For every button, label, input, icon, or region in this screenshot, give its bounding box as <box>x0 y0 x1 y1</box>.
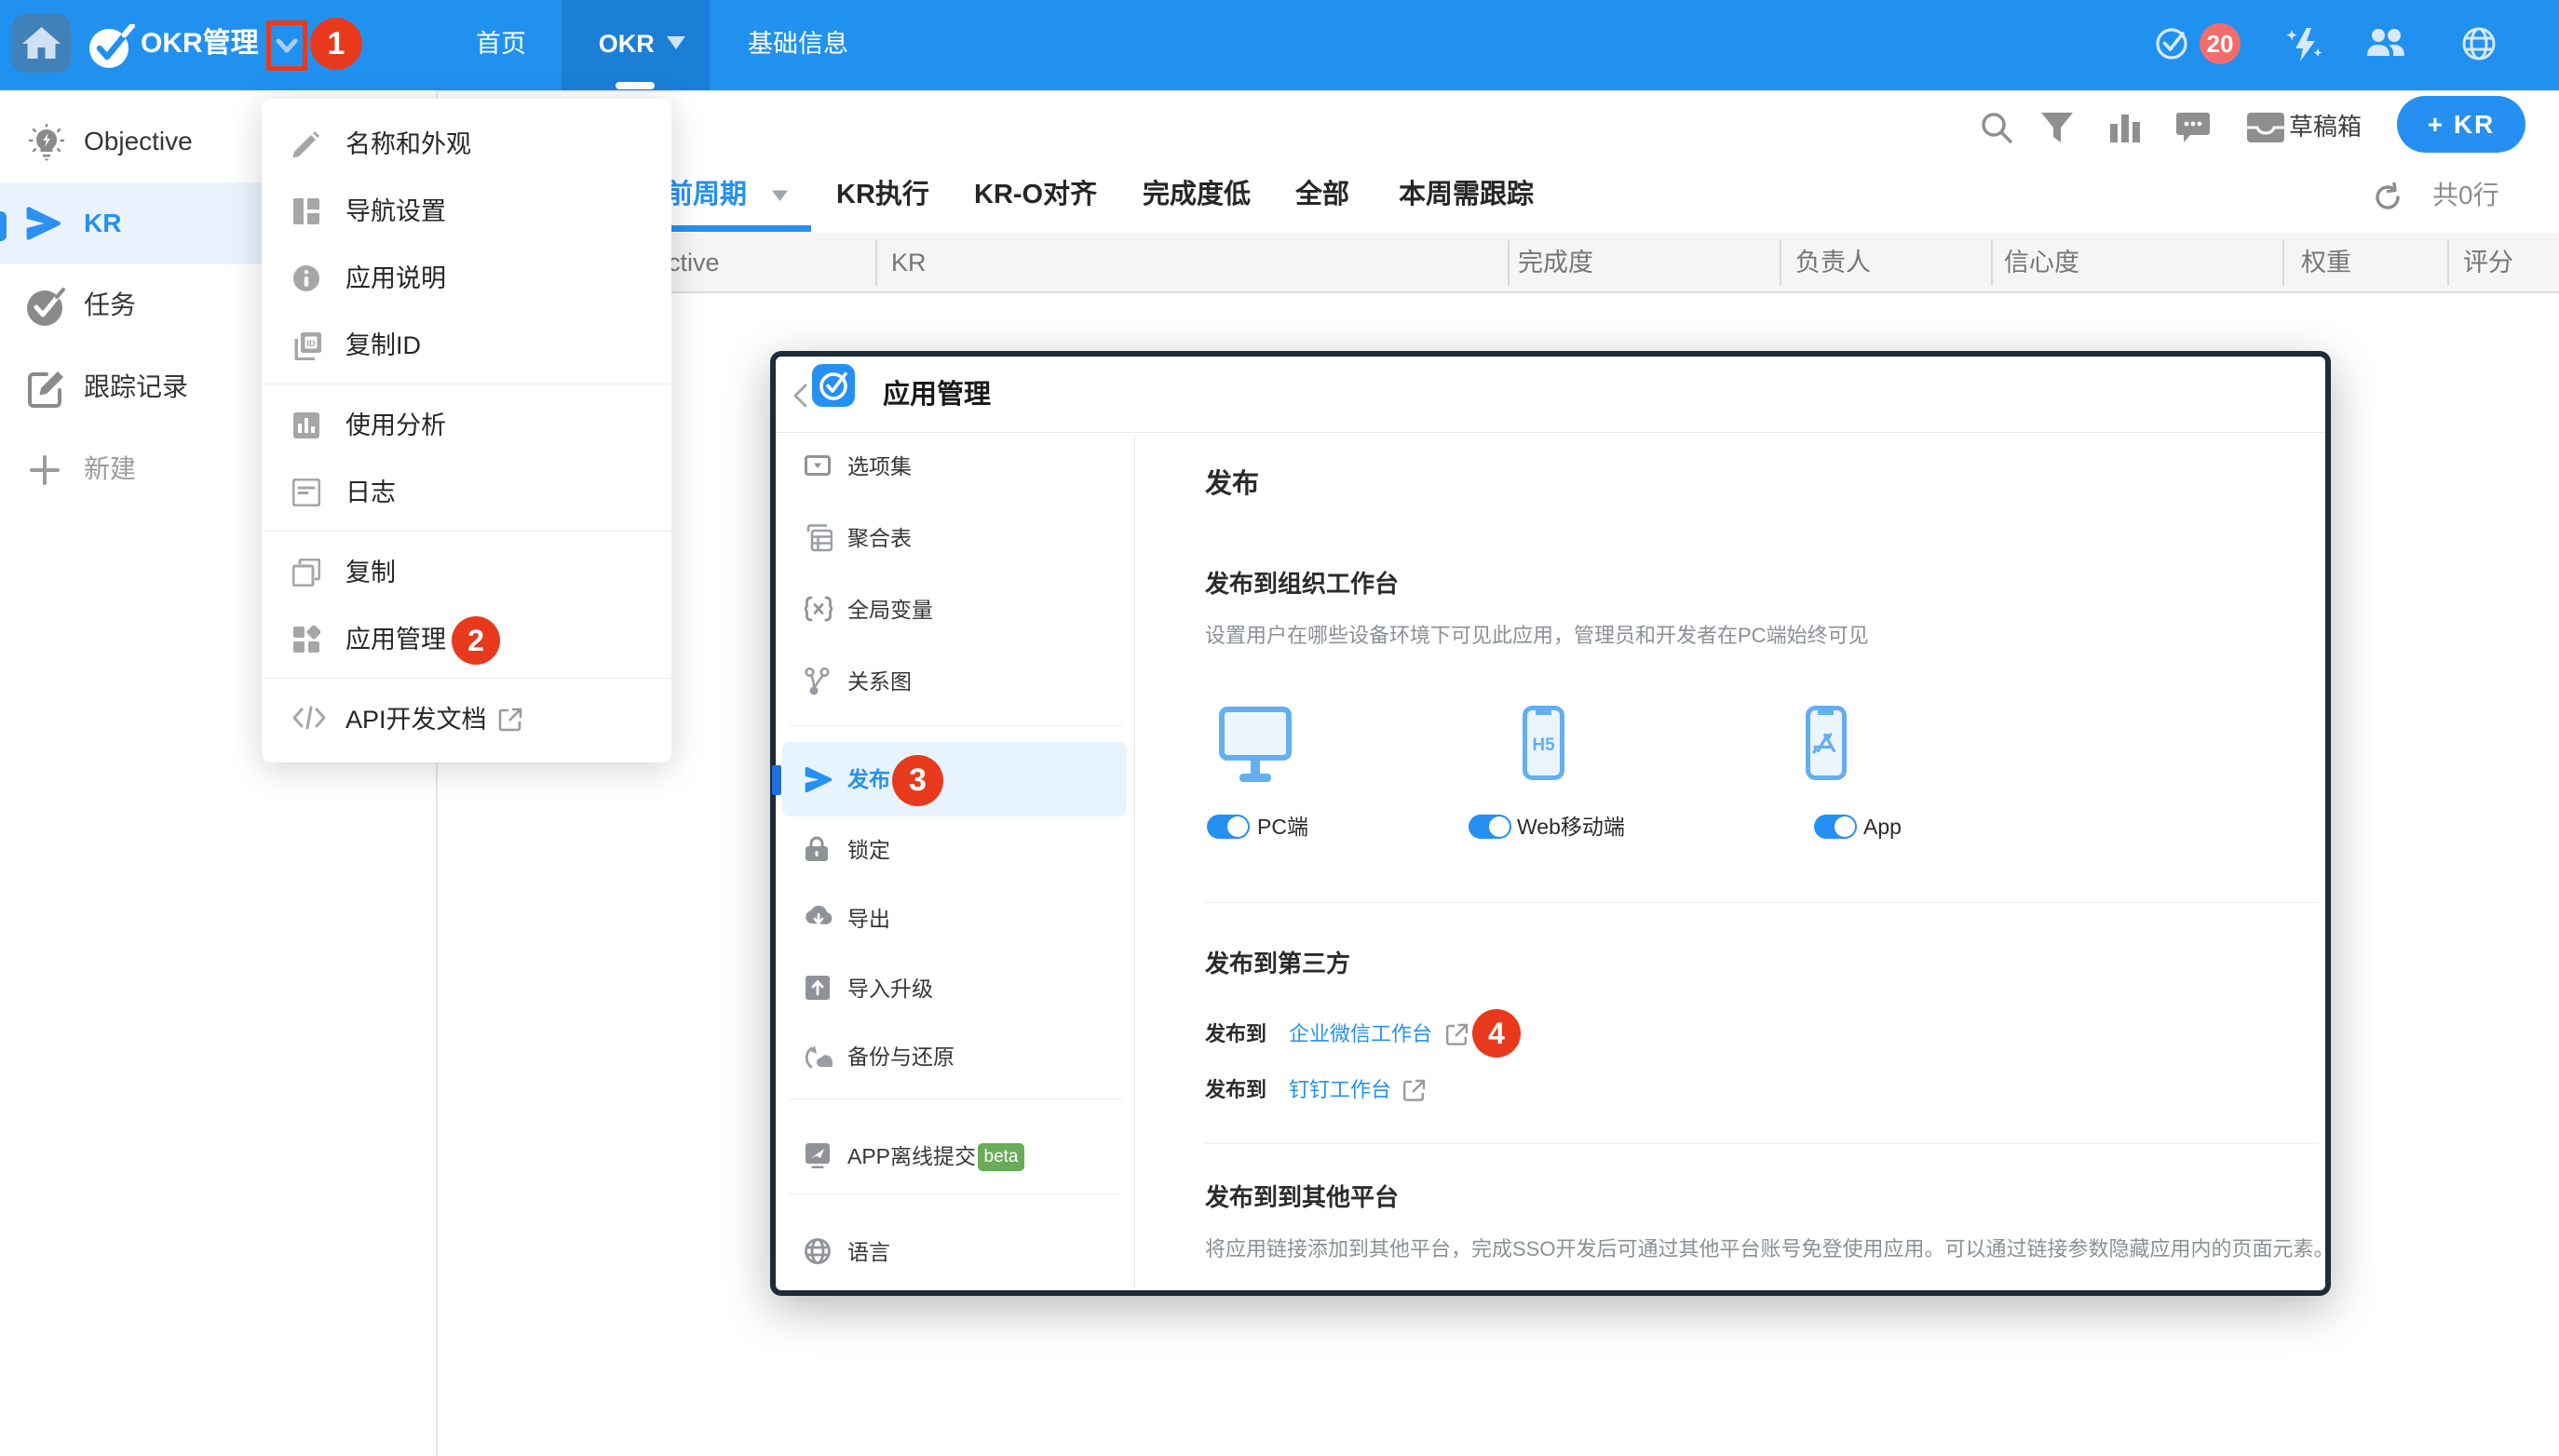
svg-text:H5: H5 <box>1532 735 1555 755</box>
svg-text:ID: ID <box>306 339 316 349</box>
